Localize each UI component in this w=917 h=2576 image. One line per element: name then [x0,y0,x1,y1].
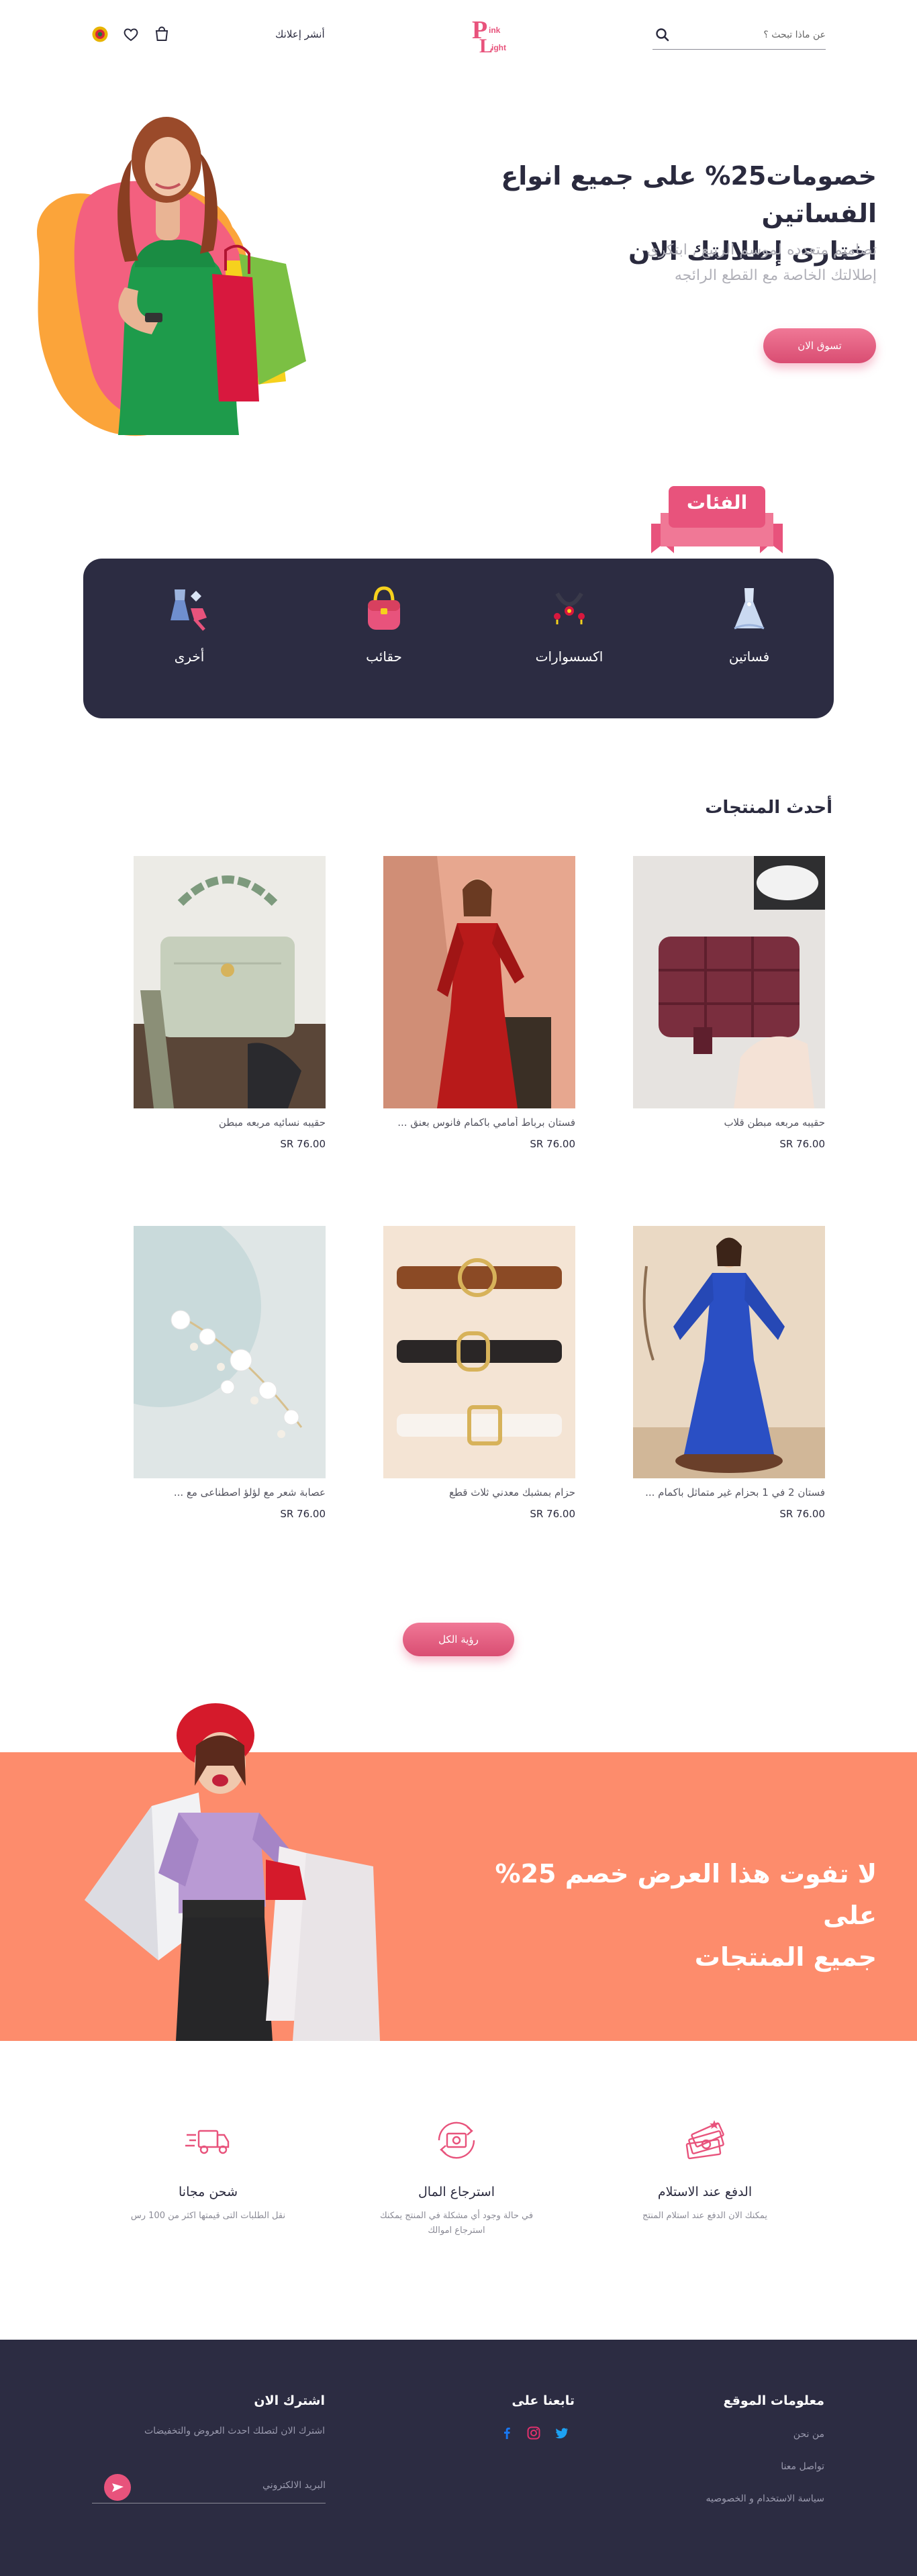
product-card[interactable]: حزام بمشبك معدني ثلاث قطع SR 76.00 [383,1226,575,1541]
category-dresses[interactable]: فساتين [689,581,810,696]
product-image-hair-band [134,1226,326,1478]
instagram-icon[interactable] [526,2426,541,2440]
product-name: فستان برباط أمامي باكمام فانوس بعنق ... [397,1116,575,1129]
feature-desc-line1: نقل الطلبات التى قيمتها اكثر من 100 رس [130,2211,286,2221]
hero-subtitle: تصاميم متعدده لموسم الربيع , ابتكرى إطلا… [528,238,877,289]
product-image-blue-dress [633,1226,825,1478]
footer-info-title: معلومات الموقع [723,2393,824,2408]
product-price: SR 76.00 [280,1138,326,1150]
product-card[interactable]: فستان 2 في 1 بحزام غير متماثل باكمام ...… [633,1226,825,1541]
feature-title: شحن مجانا [179,2185,238,2199]
promo-model-image [85,1703,380,2041]
footer-follow-title: تابعنا على [512,2393,575,2408]
product-image-belts [383,1226,575,1478]
hero-subtitle-line1: تصاميم متعدده لموسم الربيع , ابتكرى [646,242,877,258]
product-price: SR 76.00 [530,1138,575,1150]
newsletter-email-input[interactable] [151,2474,326,2497]
accessories-icon [554,592,585,624]
send-icon [112,2483,124,2492]
logo-letter-l: L [479,35,493,57]
newsletter-send-button[interactable] [104,2474,131,2501]
feature-title: استرجاع المال [418,2185,495,2199]
promo-text: لا تفوت هذا العرض خصم 25% على جميع المنت… [461,1853,877,1978]
feature-money-back: استرجاع المال في حالة وجود أي مشكلة في ا… [349,2115,564,2262]
footer-link-about[interactable]: من نحن [793,2429,824,2440]
promo-line1: لا تفوت هذا العرض خصم 25% على [495,1859,877,1930]
brand-logo[interactable]: P ink L ight [470,17,517,57]
product-name: حقيبه نسائيه مربعه مبطن [218,1116,326,1129]
product-image-red-dress [383,856,575,1108]
dress-icon [734,588,765,630]
twitter-icon[interactable] [554,2426,569,2440]
product-card[interactable]: عصابة شعر مع لؤلؤ اصطناعى مع ... SR 76.0… [134,1226,326,1541]
feature-desc-line1: يمكنك الان الدفع عند استلام المنتج [642,2211,768,2221]
search-input[interactable] [685,26,826,44]
footer-link-privacy[interactable]: سياسة الاستخدام و الخصوصيه [706,2493,824,2504]
search-icon[interactable] [654,26,671,44]
footer-subscribe-desc: اشترك الان لتصلك احدث العروض والتخفيضات [144,2426,325,2436]
product-price: SR 76.00 [280,1508,326,1520]
footer-subscribe-title: اشترك الان [254,2393,325,2408]
hero-model-image [37,117,306,436]
product-price: SR 76.00 [530,1508,575,1520]
product-price: SR 76.00 [779,1508,825,1520]
product-name: فستان 2 في 1 بحزام غير متماثل باكمام ... [645,1486,825,1498]
truck-icon [185,2130,230,2154]
feature-title: الدفع عند الاستلام [657,2185,753,2199]
category-label: فساتين [728,649,770,665]
category-accessories[interactable]: اكسسوارات [509,581,630,696]
other-icon [171,589,207,631]
shop-now-button[interactable]: تسوق الان [763,328,876,363]
product-image-quilted-bag [633,856,825,1108]
latest-products-title: أحدث المنتجات [705,798,832,818]
product-name: حقيبه مربعه مبطن قلاب [724,1116,825,1129]
see-all-button[interactable]: رؤية الكل [403,1623,514,1656]
heart-icon[interactable] [122,26,140,43]
cart-icon[interactable] [153,26,171,43]
promo-line2: جميع المنتجات [694,1942,877,1972]
hero-subtitle-line2: إطلالتك الخاصة مع القطع الرائجه [674,267,877,284]
product-price: SR 76.00 [779,1138,825,1150]
category-bags[interactable]: حقائب [324,581,444,696]
language-flag-icon[interactable] [91,26,109,43]
bag-icon [368,586,400,630]
feature-cash-on-delivery: الدفع عند الاستلام يمكنك الان الدفع عند … [597,2115,812,2262]
hero-section: خصومات25% على جميع انواع الفساتين اختارى… [0,70,917,473]
category-other[interactable]: أخرى [129,581,250,696]
hero-title-line1: خصومات25% على جميع انواع الفساتين [501,161,877,228]
product-card[interactable]: حقيبه نسائيه مربعه مبطن SR 76.00 [134,856,326,1172]
product-card[interactable]: فستان برباط أمامي باكمام فانوس بعنق ... … [383,856,575,1172]
product-card[interactable]: حقيبه مربعه مبطن قلاب SR 76.00 [633,856,825,1172]
search-bar [653,20,826,50]
logo-text-ight: ight [491,43,506,52]
feature-desc: نقل الطلبات التى قيمتها اكثر من 100 رس [101,2209,316,2224]
facebook-icon[interactable] [499,2426,514,2440]
post-ad-link[interactable]: أنشر إعلانك [275,28,325,40]
categories-panel: فساتين اكسسوارات حقائب أخرى [83,559,834,718]
feature-desc: في حالة وجود أي مشكلة في المنتج يمكنك اس… [349,2209,564,2238]
feature-desc-line2: استرجاع اموالك [428,2226,485,2236]
category-label: اكسسوارات [535,649,604,665]
refund-icon [438,2121,475,2159]
feature-desc-line1: في حالة وجود أي مشكلة في المنتج يمكنك [379,2211,534,2221]
cash-icon [685,2120,724,2160]
feature-free-shipping: شحن مجانا نقل الطلبات التى قيمتها اكثر م… [101,2115,316,2262]
newsletter-form [92,2467,326,2503]
categories-title-wrap: الفئات [651,486,783,528]
product-image-green-bag [134,856,326,1108]
footer-link-contact[interactable]: تواصل معنا [781,2461,824,2472]
category-label: حقائب [366,649,402,665]
categories-title: الفئات [686,491,748,514]
product-name: عصابة شعر مع لؤلؤ اصطناعى مع ... [173,1486,326,1498]
site-footer: معلومات الموقع من نحن تواصل معنا سياسة ا… [0,2340,917,2576]
product-name: حزام بمشبك معدني ثلاث قطع [449,1486,575,1498]
site-header: P ink L ight أنشر إعلانك [0,0,917,70]
logo-text-ink: ink [489,26,501,35]
feature-desc: يمكنك الان الدفع عند استلام المنتج [597,2209,812,2224]
category-label: أخرى [174,649,205,665]
